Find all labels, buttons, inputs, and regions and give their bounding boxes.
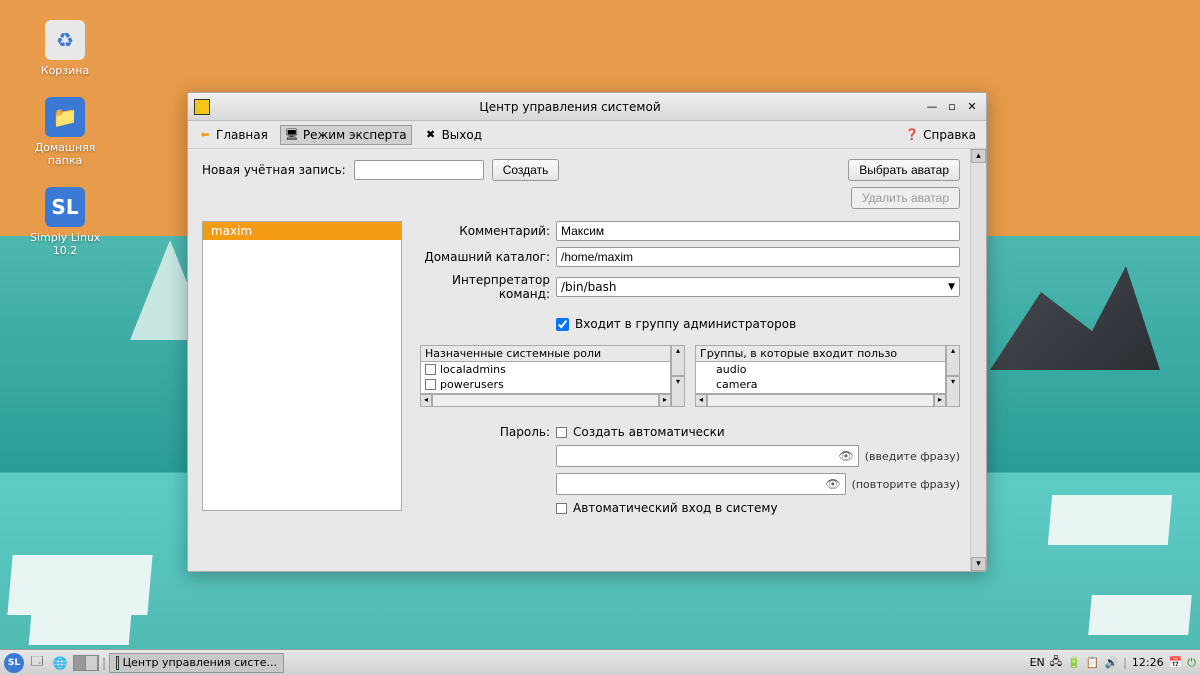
autogen-label: Создать автоматически — [573, 425, 725, 439]
clock[interactable]: 12:26 — [1132, 656, 1164, 669]
exit-button[interactable]: ✖ Выход — [420, 126, 486, 144]
password-hint-2: (повторите фразу) — [852, 478, 960, 491]
scroll-down-icon[interactable]: ▾ — [971, 557, 986, 571]
language-indicator[interactable]: EN — [1030, 656, 1045, 669]
list-item: powerusers — [421, 377, 670, 392]
expert-icon: 🖥 — [285, 128, 299, 142]
taskbar-item-label: Центр управления систе... — [123, 656, 277, 669]
shell-label: Интерпретатор команд: — [420, 273, 550, 301]
roles-vscroll[interactable]: ▴▾ — [671, 345, 685, 407]
trash-icon[interactable]: ♻ Корзина — [30, 20, 100, 77]
password-input-1[interactable]: 👁 — [556, 445, 859, 467]
roles-list: Назначенные системные роли localadmins p… — [420, 345, 671, 407]
trash-label: Корзина — [30, 64, 100, 77]
user-details: Комментарий: Домашний каталог: Интерпрет… — [420, 221, 960, 515]
maximize-button[interactable]: ▫ — [944, 99, 960, 115]
start-button[interactable]: SL — [4, 653, 24, 673]
groups-items[interactable]: audio camera — [695, 362, 946, 394]
home-folder-icon[interactable]: 📁 Домашняя папка — [30, 97, 100, 167]
delete-avatar-button: Удалить аватар — [851, 187, 960, 209]
admin-group-checkbox[interactable] — [556, 318, 569, 331]
homedir-label: Домашний каталог: — [420, 250, 550, 264]
groups-vscroll[interactable]: ▴▾ — [946, 345, 960, 407]
list-item: camera — [696, 377, 945, 392]
comment-input[interactable] — [556, 221, 960, 241]
password-label: Пароль: — [420, 425, 550, 439]
shell-select[interactable]: /bin/bash ▼ — [556, 277, 960, 297]
window-titlebar[interactable]: Центр управления системой — ▫ ✕ — [188, 93, 986, 121]
expert-mode-button[interactable]: 🖥 Режим эксперта — [280, 125, 412, 145]
choose-avatar-button[interactable]: Выбрать аватар — [848, 159, 960, 181]
autologin-checkbox[interactable] — [556, 503, 567, 514]
password-hint-1: (введите фразу) — [865, 450, 960, 463]
control-center-window: Центр управления системой — ▫ ✕ ⬅ Главна… — [187, 92, 987, 572]
network-icon[interactable]: 🖧 — [1050, 653, 1062, 672]
clipboard-icon[interactable]: 📋 — [1086, 656, 1100, 669]
minimize-button[interactable]: — — [924, 99, 940, 115]
eye-icon[interactable]: 👁 — [825, 477, 840, 491]
volume-icon[interactable]: 🔊 — [1104, 656, 1118, 669]
password-input-2[interactable]: 👁 — [556, 473, 846, 495]
eye-icon[interactable]: 👁 — [839, 449, 854, 463]
exit-icon: ✖ — [424, 128, 438, 142]
groups-hscroll[interactable]: ◂▸ — [695, 394, 946, 407]
help-button[interactable]: ❓ Справка — [901, 126, 980, 144]
logout-icon[interactable]: ⏻ — [1187, 656, 1196, 670]
groups-list: Группы, в которые входит пользо audio ca… — [695, 345, 946, 407]
list-item: localadmins — [421, 362, 670, 377]
help-icon: ❓ — [905, 128, 919, 142]
home-button[interactable]: ⬅ Главная — [194, 126, 272, 144]
app-icon — [194, 99, 210, 115]
taskbar: SL 🗔 🌐 | Центр управления систе... EN 🖧 … — [0, 649, 1200, 675]
expert-mode-label: Режим эксперта — [303, 128, 407, 142]
window-content: Выбрать аватар Удалить аватар Новая учёт… — [188, 149, 986, 571]
simply-linux-label: Simply Linux 10.2 — [30, 231, 100, 257]
scroll-area: Выбрать аватар Удалить аватар Новая учёт… — [188, 149, 970, 571]
workspace-switcher[interactable] — [73, 655, 99, 671]
autogen-checkbox[interactable] — [556, 427, 567, 438]
checkbox-icon[interactable] — [425, 364, 436, 375]
browser-launcher[interactable]: 🌐 — [50, 653, 70, 673]
vertical-scrollbar[interactable]: ▴ ▾ — [970, 149, 986, 571]
dropdown-caret-icon: ▼ — [948, 282, 955, 292]
show-desktop-button[interactable]: 🗔 — [27, 653, 47, 673]
home-button-label: Главная — [216, 128, 268, 142]
admin-group-label: Входит в группу администраторов — [575, 317, 796, 331]
roles-hscroll[interactable]: ◂▸ — [420, 394, 671, 407]
user-list[interactable]: maxim — [202, 221, 402, 511]
toolbar: ⬅ Главная 🖥 Режим эксперта ✖ Выход ❓ Спр… — [188, 121, 986, 149]
list-item: audio — [696, 362, 945, 377]
roles-items[interactable]: localadmins powerusers — [420, 362, 671, 394]
home-folder-label: Домашняя папка — [30, 141, 100, 167]
battery-icon[interactable]: 🔋 — [1067, 656, 1081, 669]
app-icon — [116, 656, 119, 670]
help-button-label: Справка — [923, 128, 976, 142]
window-title: Центр управления системой — [216, 100, 924, 114]
create-button[interactable]: Создать — [492, 159, 560, 181]
desktop-icons: ♻ Корзина 📁 Домашняя папка SL Simply Lin… — [30, 20, 100, 277]
roles-header: Назначенные системные роли — [425, 347, 601, 360]
system-tray: EN 🖧 🔋 📋 🔊 | 12:26 📅 ⏻ — [1030, 653, 1196, 672]
new-account-input[interactable] — [354, 160, 484, 180]
simply-linux-icon[interactable]: SL Simply Linux 10.2 — [30, 187, 100, 257]
home-icon: ⬅ — [198, 128, 212, 142]
checkbox-icon[interactable] — [425, 379, 436, 390]
user-list-selected[interactable]: maxim — [203, 222, 401, 240]
homedir-input[interactable] — [556, 247, 960, 267]
taskbar-item-control-center[interactable]: Центр управления систе... — [109, 653, 284, 673]
groups-header: Группы, в которые входит пользо — [700, 347, 897, 360]
comment-label: Комментарий: — [420, 224, 550, 238]
scroll-up-icon[interactable]: ▴ — [971, 149, 986, 163]
shell-value: /bin/bash — [561, 280, 616, 294]
autologin-label: Автоматический вход в систему — [573, 501, 778, 515]
new-account-label: Новая учётная запись: — [202, 163, 346, 177]
close-button[interactable]: ✕ — [964, 99, 980, 115]
calendar-icon[interactable]: 📅 — [1169, 656, 1183, 669]
exit-button-label: Выход — [442, 128, 482, 142]
